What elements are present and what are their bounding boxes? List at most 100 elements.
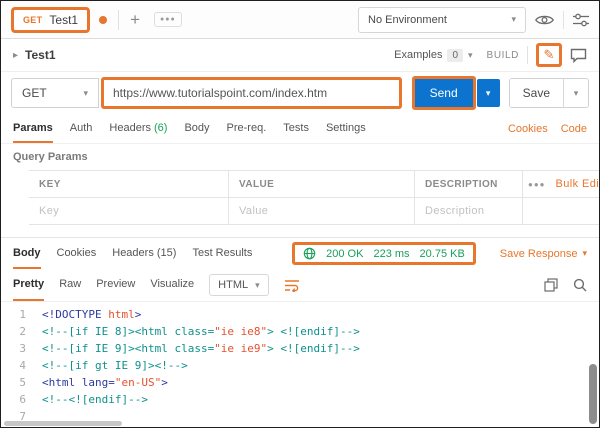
tab-settings[interactable]: Settings bbox=[326, 114, 366, 143]
tab-auth[interactable]: Auth bbox=[70, 114, 93, 143]
column-header-key: KEY bbox=[29, 171, 229, 197]
value-input[interactable]: Value bbox=[229, 198, 415, 224]
tab-options-button[interactable]: ●●● bbox=[154, 12, 182, 27]
pencil-icon: ✎ bbox=[543, 47, 555, 62]
table-header-row: KEY VALUE DESCRIPTION ●●● Bulk Edit bbox=[29, 171, 599, 198]
save-options-button[interactable]: ▾ bbox=[563, 79, 588, 107]
view-mode-pretty[interactable]: Pretty bbox=[13, 269, 45, 301]
tab-tests[interactable]: Tests bbox=[283, 114, 309, 143]
headers-label: Headers bbox=[109, 121, 151, 134]
response-view-toolbar: Pretty Raw Preview Visualize HTML ▾ bbox=[1, 269, 599, 302]
format-dropdown[interactable]: HTML ▾ bbox=[209, 274, 269, 296]
bulk-edit-link[interactable]: Bulk Edit bbox=[556, 178, 600, 190]
code-link[interactable]: Code bbox=[561, 123, 587, 135]
tab-title: Test1 bbox=[49, 12, 79, 27]
request-name: Test1 bbox=[25, 48, 56, 62]
request-tabs-right: Cookies Code bbox=[508, 114, 587, 143]
column-header-description: DESCRIPTION bbox=[415, 171, 523, 197]
divider bbox=[527, 46, 528, 64]
send-button-group: Send ▾ bbox=[411, 76, 500, 110]
request-tab[interactable]: GET Test1 bbox=[11, 6, 91, 33]
new-tab-button[interactable]: + bbox=[130, 11, 140, 28]
view-mode-raw[interactable]: Raw bbox=[59, 269, 81, 301]
settings-sliders-button[interactable] bbox=[573, 13, 589, 27]
response-time[interactable]: 223 ms bbox=[373, 248, 409, 260]
environment-quick-look-button[interactable] bbox=[535, 13, 554, 27]
examples-count-badge: 0 bbox=[447, 48, 464, 62]
request-builder-row: GET ▾ https://www.tutorialspoint.com/ind… bbox=[1, 72, 599, 114]
environment-selector[interactable]: No Environment ▾ bbox=[358, 6, 526, 33]
response-tab-headers[interactable]: Headers (15) bbox=[112, 238, 176, 269]
request-title-row: ▸ Test1 Examples 0 ▾ BUILD ✎ bbox=[1, 39, 599, 72]
divider bbox=[563, 10, 564, 29]
tab-body[interactable]: Body bbox=[184, 114, 209, 143]
query-params-table: KEY VALUE DESCRIPTION ●●● Bulk Edit Key … bbox=[29, 170, 599, 225]
query-params-title: Query Params bbox=[13, 151, 88, 163]
tab-params[interactable]: Params bbox=[13, 114, 53, 143]
chevron-down-icon: ▾ bbox=[468, 49, 473, 60]
view-mode-visualize[interactable]: Visualize bbox=[150, 269, 194, 301]
edit-mode-button[interactable]: ✎ bbox=[536, 43, 562, 67]
unsaved-changes-dot-icon bbox=[99, 15, 108, 24]
disclosure-triangle-icon[interactable]: ▸ bbox=[13, 50, 18, 61]
headers-count: (6) bbox=[153, 121, 168, 134]
status-badge[interactable]: 200 OK bbox=[326, 248, 363, 260]
topbar-right: No Environment ▾ bbox=[358, 6, 589, 33]
copy-button[interactable] bbox=[544, 278, 558, 292]
table-header-actions: ●●● Bulk Edit bbox=[523, 171, 600, 197]
response-size[interactable]: 20.75 KB bbox=[420, 248, 465, 260]
key-input[interactable]: Key bbox=[29, 198, 229, 224]
request-tabs: Params Auth Headers (6) Body Pre-req. Te… bbox=[1, 114, 599, 144]
postman-window: GET Test1 + ●●● No Environment ▾ ▸ Test1 bbox=[0, 0, 600, 428]
response-tab-body[interactable]: Body bbox=[13, 238, 41, 269]
save-button[interactable]: Save bbox=[509, 79, 563, 107]
eye-icon bbox=[535, 15, 554, 24]
tab-pre-request[interactable]: Pre-req. bbox=[227, 114, 267, 143]
save-response-button[interactable]: Save Response ▾ bbox=[500, 238, 587, 269]
environment-label: No Environment bbox=[368, 13, 447, 26]
title-row-right: Examples 0 ▾ BUILD ✎ bbox=[394, 43, 587, 67]
send-button[interactable]: Send bbox=[411, 76, 476, 110]
sliders-icon bbox=[573, 13, 589, 26]
examples-label: Examples bbox=[394, 49, 443, 61]
table-row: Key Value Description bbox=[29, 198, 599, 225]
save-button-group: Save ▾ bbox=[508, 78, 589, 108]
description-input[interactable]: Description bbox=[415, 198, 523, 224]
wrap-text-icon bbox=[284, 279, 299, 292]
response-toolbar-right bbox=[544, 269, 587, 301]
column-options-button[interactable]: ●●● bbox=[528, 180, 546, 189]
send-options-button[interactable]: ▾ bbox=[476, 79, 500, 107]
tab-headers[interactable]: Headers (6) bbox=[109, 114, 167, 143]
response-tab-test-results[interactable]: Test Results bbox=[192, 238, 252, 269]
chevron-down-icon: ▾ bbox=[255, 279, 260, 290]
comments-button[interactable] bbox=[570, 48, 587, 63]
copy-icon bbox=[544, 278, 558, 292]
column-header-value: VALUE bbox=[229, 171, 415, 197]
url-text: https://www.tutorialspoint.com/index.htm bbox=[113, 86, 328, 100]
response-body-editor[interactable]: 1234567 <!DOCTYPE html> <!--[if IE 8]><ht… bbox=[1, 302, 599, 427]
examples-dropdown[interactable]: Examples 0 ▾ bbox=[394, 48, 473, 62]
chevron-down-icon: ▾ bbox=[485, 87, 491, 98]
view-mode-preview[interactable]: Preview bbox=[96, 269, 135, 301]
build-label: BUILD bbox=[486, 49, 519, 61]
search-icon bbox=[573, 278, 587, 292]
wrap-text-button[interactable] bbox=[284, 269, 300, 301]
network-globe-icon bbox=[303, 247, 316, 260]
response-status-bar: 200 OK 223 ms 20.75 KB bbox=[292, 242, 476, 265]
code-lines: <!DOCTYPE html> <!--[if IE 8]><html class… bbox=[42, 308, 360, 406]
comment-bubble-icon bbox=[570, 48, 587, 63]
vertical-scrollbar[interactable] bbox=[589, 364, 597, 424]
tab-bar: GET Test1 + ●●● No Environment ▾ bbox=[1, 1, 599, 39]
response-tab-cookies[interactable]: Cookies bbox=[57, 238, 97, 269]
row-actions bbox=[523, 198, 599, 224]
url-input[interactable]: https://www.tutorialspoint.com/index.htm bbox=[101, 77, 402, 109]
method-dropdown[interactable]: GET ▾ bbox=[11, 78, 99, 108]
search-button[interactable] bbox=[573, 278, 587, 292]
response-tabs: Body Cookies Headers (15) Test Results 2… bbox=[1, 237, 599, 269]
chevron-down-icon: ▾ bbox=[83, 87, 88, 98]
format-label: HTML bbox=[218, 279, 249, 291]
code-gutter: 1234567 bbox=[19, 308, 26, 423]
horizontal-scrollbar[interactable] bbox=[4, 421, 122, 426]
cookies-link[interactable]: Cookies bbox=[508, 123, 548, 135]
